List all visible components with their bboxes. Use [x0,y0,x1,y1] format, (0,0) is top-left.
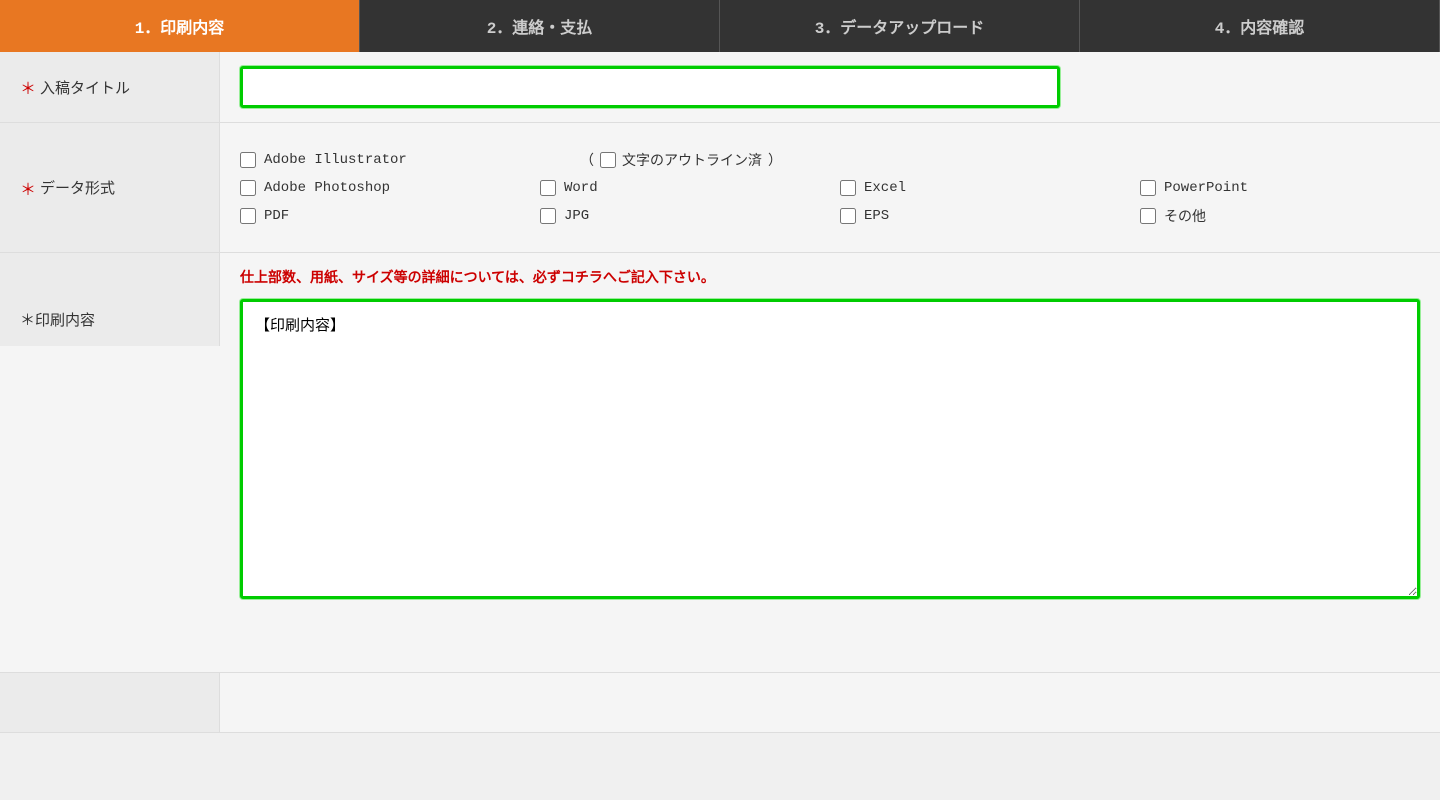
title-label: ＊ 入稿タイトル [0,52,220,122]
checkbox-other[interactable]: その他 [1140,206,1440,226]
checkbox-pdf-input[interactable] [240,208,256,224]
checkbox-eps-input[interactable] [840,208,856,224]
checkbox-other-label: その他 [1164,206,1206,226]
title-row: ＊ 入稿タイトル [0,52,1440,123]
checkbox-jpg-input[interactable] [540,208,556,224]
outline-note: （ 文字のアウトライン済 ） [580,150,782,170]
bottom-content [220,673,1440,732]
checkbox-eps[interactable]: EPS [840,208,1140,224]
print-content-textarea[interactable]: 【印刷内容】 [240,299,1420,599]
checkbox-outline-label: 文字のアウトライン済 [622,150,762,170]
bottom-label [0,673,220,732]
checkbox-word-label: Word [564,180,598,196]
data-format-content: Adobe Illustrator （ 文字のアウトライン済 ） Adobe P… [220,123,1440,252]
title-content [220,52,1440,122]
print-content-row: ＊ 印刷内容 仕上部数、用紙、サイズ等の詳細については、必ずコチラへご記入下さい… [0,253,1440,673]
checkbox-powerpoint-label: PowerPoint [1164,180,1248,196]
print-content-required-mark: ＊ [20,309,35,330]
tab-bar: 1．印刷内容 2．連絡・支払 3．データアップロード 4．内容確認 [0,0,1440,52]
data-format-label-text: データ形式 [40,177,115,198]
checkbox-eps-label: EPS [864,208,889,224]
tab-contact-payment[interactable]: 2．連絡・支払 [360,0,720,52]
checkbox-row-3: PDF JPG EPS その他 [240,206,1440,226]
checkbox-row-2: Adobe Photoshop Word Excel PowerPoint [240,180,1440,196]
checkbox-photoshop-label: Adobe Photoshop [264,180,390,196]
checkbox-outline-input[interactable] [600,152,616,168]
checkbox-excel-input[interactable] [840,180,856,196]
checkbox-word[interactable]: Word [540,180,840,196]
title-required-mark: ＊ [20,75,36,99]
tab-data-upload[interactable]: 3．データアップロード [720,0,1080,52]
data-format-label: ＊ データ形式 [0,123,220,252]
print-content-label: ＊ 印刷内容 [0,253,220,346]
bottom-row [0,673,1440,733]
checkbox-pdf[interactable]: PDF [240,208,540,224]
checkbox-photoshop-input[interactable] [240,180,256,196]
checkbox-jpg-label: JPG [564,208,589,224]
checkbox-excel-label: Excel [864,180,906,196]
checkbox-word-input[interactable] [540,180,556,196]
data-format-row: ＊ データ形式 Adobe Illustrator （ 文字のアウトライン済 ） [0,123,1440,253]
checkbox-powerpoint[interactable]: PowerPoint [1140,180,1440,196]
form-container: ＊ 入稿タイトル ＊ データ形式 Adobe Illustrator （ [0,52,1440,733]
checkbox-illustrator-input[interactable] [240,152,256,168]
data-format-required-mark: ＊ [20,176,36,200]
notice-text: 仕上部数、用紙、サイズ等の詳細については、必ずコチラへご記入下さい。 [240,267,1420,287]
print-content-section: 仕上部数、用紙、サイズ等の詳細については、必ずコチラへご記入下さい。 【印刷内容… [220,253,1440,613]
checkbox-pdf-label: PDF [264,208,289,224]
checkbox-grid: Adobe Illustrator （ 文字のアウトライン済 ） Adobe P… [240,150,1440,226]
checkbox-illustrator[interactable]: Adobe Illustrator [240,152,580,168]
checkbox-illustrator-label: Adobe Illustrator [264,152,407,168]
checkbox-excel[interactable]: Excel [840,180,1140,196]
tab-print-content[interactable]: 1．印刷内容 [0,0,360,52]
print-content-label-text: 印刷内容 [35,309,95,330]
checkbox-row-1: Adobe Illustrator （ 文字のアウトライン済 ） [240,150,1440,170]
checkbox-powerpoint-input[interactable] [1140,180,1156,196]
tab-confirm[interactable]: 4．内容確認 [1080,0,1440,52]
title-input[interactable] [240,66,1060,108]
checkbox-jpg[interactable]: JPG [540,208,840,224]
checkbox-photoshop[interactable]: Adobe Photoshop [240,180,540,196]
checkbox-other-input[interactable] [1140,208,1156,224]
title-label-text: 入稿タイトル [40,77,130,98]
